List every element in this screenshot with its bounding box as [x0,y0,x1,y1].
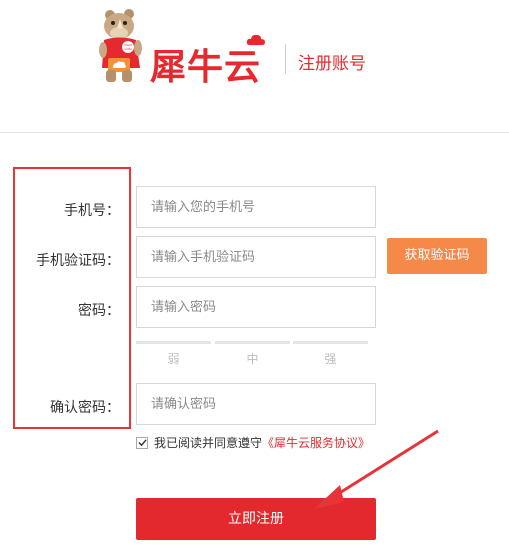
agreement-checkbox[interactable] [136,436,148,449]
header-bottom-divider [0,132,509,133]
confirm-password-label: 确认密码： [50,400,120,416]
phone-input[interactable] [151,187,361,227]
phone-input-wrapper [136,186,376,228]
confirm-password-input[interactable] [151,384,361,424]
header-divider [285,44,286,74]
cloud-icon [246,34,265,45]
strength-bar-strong [293,341,368,344]
strength-bar-medium [215,341,290,344]
strength-label-weak: 弱 [167,352,180,366]
strength-label-strong: 强 [324,352,337,366]
sms-code-label: 手机验证码： [36,253,120,269]
sms-code-input[interactable] [151,237,361,277]
get-code-button[interactable]: 获取验证码 [387,238,487,274]
header: XINIU COM 犀牛云 注册账号 [0,0,509,132]
page-title: 注册账号 [298,54,366,74]
svg-text:COM: COM [125,47,133,51]
brand-name: 犀牛云 [150,47,262,88]
strength-label-medium: 中 [246,352,259,366]
password-input[interactable] [151,287,361,327]
password-input-wrapper [136,286,376,328]
annotation-arrow-icon [314,429,439,509]
confirm-password-input-wrapper [136,383,376,425]
checkmark-icon [137,439,147,447]
strength-bar-weak [136,341,211,344]
password-label: 密码： [78,303,120,319]
phone-label: 手机号： [64,203,120,219]
rhino-mascot-logo: XINIU COM [99,9,142,82]
agreement-text: 我已阅读并同意遵守 [154,436,263,450]
sms-code-input-wrapper [136,236,376,278]
